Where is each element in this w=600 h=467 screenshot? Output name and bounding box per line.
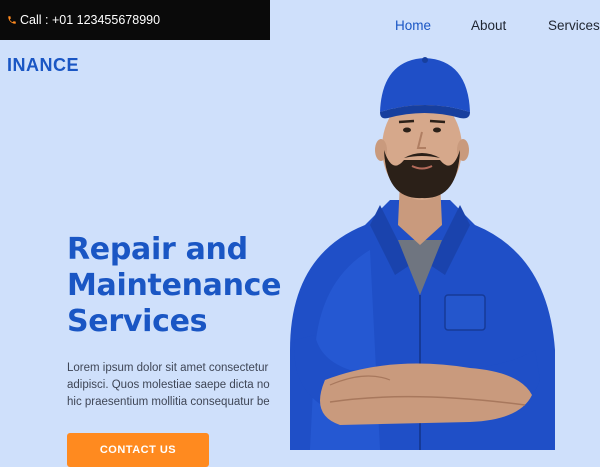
hero-title-line: Repair and: [67, 232, 248, 267]
hero-worker-image: [290, 57, 555, 450]
hero-title: Repair and Maintenance Services: [67, 232, 297, 340]
nav-item-services[interactable]: Services: [548, 18, 600, 33]
nav-item-home[interactable]: Home: [395, 18, 431, 33]
brand-logo[interactable]: INANCE: [7, 55, 79, 76]
nav-item-about[interactable]: About: [471, 18, 506, 33]
hero-description-line: adipisci. Quos molestiae saepe dicta nob…: [67, 379, 270, 391]
hero-description-line: hic praesentium mollitia consequatur bea…: [67, 396, 270, 408]
hero-description-line: Lorem ipsum dolor sit amet consectetur a…: [67, 362, 270, 374]
hero-title-line: Maintenance: [67, 268, 282, 303]
main-nav: Home About Services: [0, 18, 600, 38]
contact-us-button[interactable]: CONTACT US: [67, 433, 209, 467]
hero-description: Lorem ipsum dolor sit amet consectetur a…: [67, 360, 270, 411]
hero-title-line: Services: [67, 304, 208, 339]
